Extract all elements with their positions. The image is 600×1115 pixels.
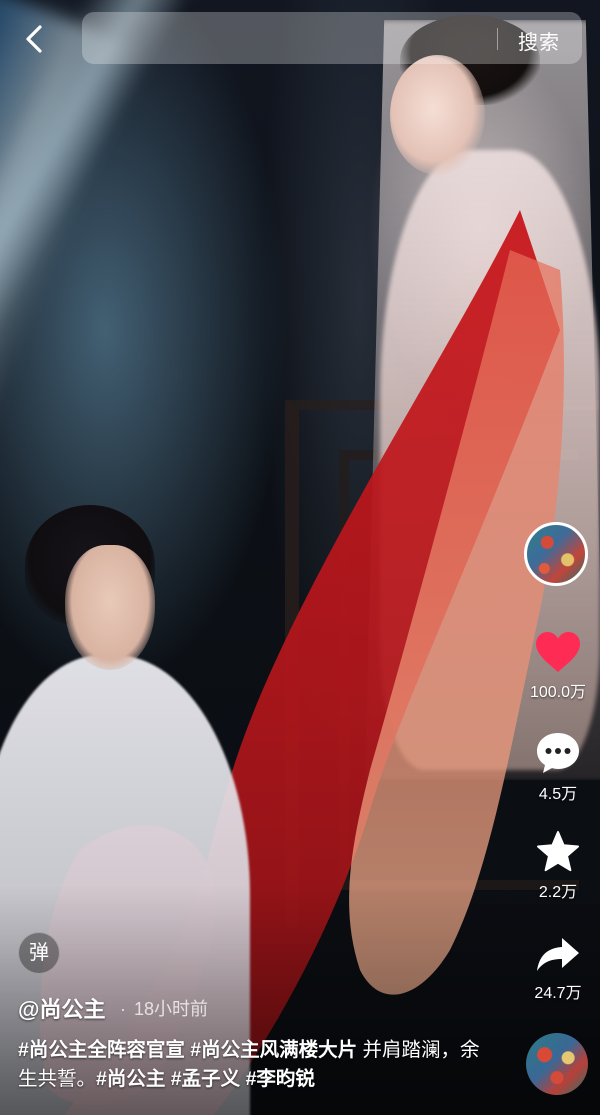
post-time: · 18小时前 [120, 995, 208, 1021]
star-icon [537, 831, 579, 872]
search-button[interactable]: 搜索 [518, 26, 560, 55]
like-count: 100.0万 [529, 684, 587, 701]
search-bar[interactable]: 搜索 [82, 12, 582, 64]
hashtag-link[interactable]: #尚公主 [96, 1068, 165, 1090]
chevron-left-icon [26, 25, 42, 53]
hashtag-link[interactable]: #孟子义 [171, 1068, 240, 1090]
hashtag-link[interactable]: #李昀锐 [246, 1068, 315, 1090]
share-button[interactable]: 24.7万 [518, 935, 598, 1003]
hashtag-link[interactable]: #尚公主全阵容官宣 [18, 1039, 185, 1061]
video-caption: #尚公主全阵容官宣 #尚公主风满楼大片 并肩踏澜，余生共誓。#尚公主 #孟子义 … [18, 1036, 488, 1094]
share-count: 24.7万 [534, 985, 582, 1002]
heart-icon [536, 632, 580, 672]
search-input[interactable] [98, 22, 462, 56]
comment-button[interactable]: 4.5万 [518, 730, 598, 804]
danmu-toggle-button[interactable]: 弹 [18, 932, 60, 974]
favorite-button[interactable]: 2.2万 [518, 830, 598, 902]
hashtag-link[interactable]: #尚公主风满楼大片 [190, 1039, 357, 1061]
video-frame[interactable] [0, 0, 600, 1115]
woman-face [390, 55, 485, 175]
time-separator: · [120, 999, 126, 1019]
like-button[interactable]: 100.0万 [518, 630, 598, 702]
back-button[interactable] [20, 24, 48, 54]
man-face [65, 545, 155, 670]
author-name[interactable]: @尚公主 [18, 992, 105, 1024]
share-arrow-icon [537, 938, 579, 971]
author-avatar[interactable] [524, 522, 588, 586]
comment-count: 4.5万 [538, 786, 578, 803]
search-divider [497, 28, 498, 50]
favorite-count: 2.2万 [538, 884, 578, 901]
music-disc-icon[interactable] [526, 1033, 588, 1095]
time-label: 18小时前 [134, 999, 209, 1019]
comment-icon [537, 733, 579, 773]
